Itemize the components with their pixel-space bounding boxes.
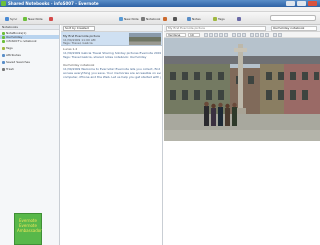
align-right-icon[interactable] — [242, 33, 246, 37]
notes-view-button[interactable]: Notes — [186, 14, 202, 23]
audio-icon — [163, 16, 167, 21]
tags-button[interactable]: Tags — [212, 14, 226, 23]
maximize-icon[interactable] — [297, 1, 306, 6]
notes-icon — [187, 16, 191, 21]
note-body[interactable] — [164, 141, 320, 245]
share-icon — [237, 16, 241, 21]
strikethrough-icon[interactable] — [219, 33, 223, 37]
sidebar: Notebooks NoteBooks(1) Ourholiday infoS0… — [0, 25, 60, 245]
snapshot-button[interactable] — [48, 14, 55, 23]
font-dropdown[interactable]: Verdana — [166, 33, 186, 37]
sidebar-item-saved-searches[interactable]: Saved Searches — [0, 60, 59, 64]
sidebar-item-tags[interactable]: Tags — [0, 46, 59, 50]
attributes-icon — [2, 53, 5, 57]
window-title: Shared Notebooks - infoS007 - Evernote — [8, 1, 99, 6]
sidebar-item-default-notebook[interactable]: infoS007's notebook — [0, 39, 59, 43]
notebook-icon — [2, 39, 5, 43]
note-editor: My first Evernote picture Ourholiday not… — [164, 25, 320, 245]
note-list-item[interactable]: My first Evernote picture 11/30/2009 11:… — [61, 32, 162, 46]
new-note-icon — [23, 16, 27, 21]
note-title-field[interactable]: My first Evernote picture — [166, 26, 266, 31]
webcam-button[interactable] — [172, 14, 179, 23]
note-snippet: Tags: Travel Galicia, shared notes noteb… — [63, 55, 147, 59]
font-size-dropdown[interactable]: 10 — [188, 33, 200, 37]
share-button[interactable] — [236, 14, 243, 23]
editor-header: My first Evernote picture Ourholiday not… — [164, 25, 320, 32]
sidebar-item-attributes[interactable]: Attributes — [0, 53, 59, 57]
close-icon[interactable] — [308, 1, 317, 6]
sidebar-item-trash[interactable]: Trash — [0, 67, 59, 71]
notebook-dropdown[interactable]: Ourholiday notebook — [271, 26, 317, 31]
ambassador-badge: Evernote Evernote Ambassador — [14, 213, 42, 245]
highlight-icon[interactable] — [224, 33, 228, 37]
search-icon — [2, 60, 5, 64]
link-icon[interactable] — [278, 33, 282, 37]
bold-icon[interactable] — [204, 33, 208, 37]
minimize-icon[interactable] — [286, 1, 295, 6]
trash-icon — [2, 67, 5, 71]
align-left-icon[interactable] — [232, 33, 236, 37]
webcam-icon — [173, 16, 177, 21]
align-center-icon[interactable] — [237, 33, 241, 37]
bullets-icon[interactable] — [250, 33, 254, 37]
indent-icon[interactable] — [260, 33, 264, 37]
evernote-elephant-icon — [1, 1, 6, 6]
main-toolbar: Sync New Note New Note Notebook Notes Ta… — [0, 12, 320, 25]
sync-icon — [5, 16, 9, 21]
search-input[interactable] — [270, 15, 316, 21]
new-note-alt-button[interactable]: New Note — [118, 14, 140, 23]
outdent-icon[interactable] — [265, 33, 269, 37]
tag-icon — [2, 46, 5, 50]
numbers-icon[interactable] — [255, 33, 259, 37]
note-snippet: computer, iPhone and the Web. Let us hel… — [63, 75, 161, 79]
window-title-bar: Shared Notebooks - infoS007 - Evernote — [0, 0, 320, 7]
italic-icon[interactable] — [209, 33, 213, 37]
plaza-photo-image — [164, 38, 320, 141]
note-list: Sort by Created My first Evernote pictur… — [61, 25, 163, 245]
note-photo[interactable] — [164, 38, 320, 141]
note-list-header: Sort by Created — [61, 25, 162, 32]
new-note-button[interactable]: New Note — [22, 14, 44, 23]
notebook-button[interactable]: Notebook — [140, 14, 161, 23]
new-note-icon — [119, 16, 123, 21]
snapshot-icon — [49, 16, 53, 21]
notebook-icon — [141, 16, 145, 21]
sync-button[interactable]: Sync — [4, 14, 18, 23]
note-thumbnail — [129, 33, 161, 45]
note-item-tags: Tags: Travel, Galicia — [63, 41, 93, 45]
sort-dropdown[interactable]: Sort by Created — [63, 26, 95, 31]
audio-button[interactable] — [162, 14, 169, 23]
sidebar-header: Notebooks — [0, 25, 59, 30]
tag-icon — [213, 16, 217, 21]
checkbox-icon[interactable] — [273, 33, 277, 37]
underline-icon[interactable] — [214, 33, 218, 37]
